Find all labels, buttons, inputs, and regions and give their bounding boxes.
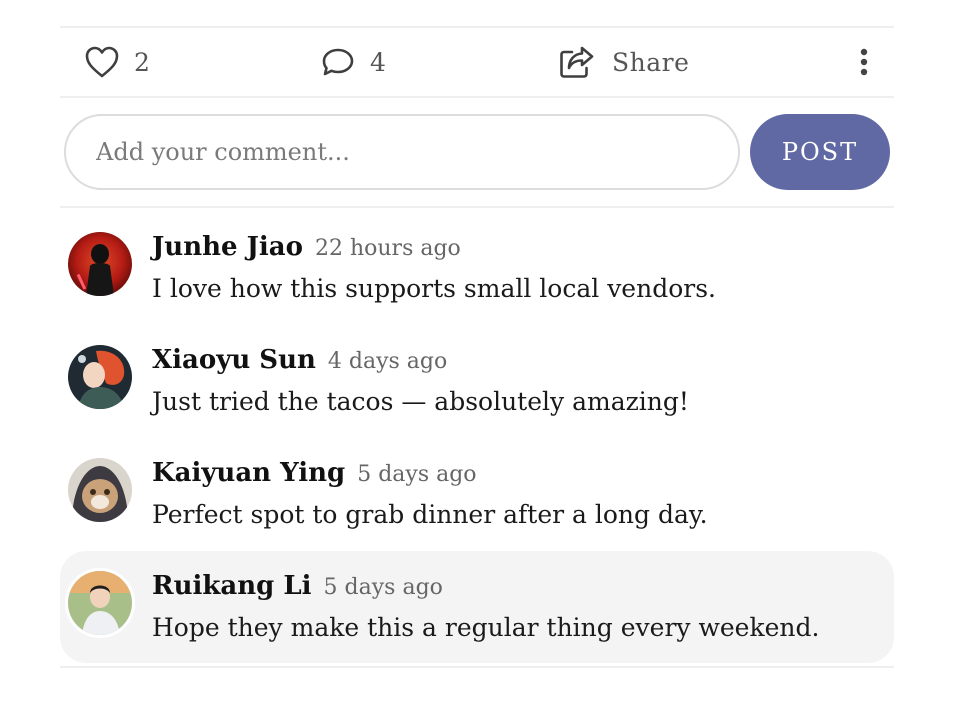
comment-input[interactable]: [64, 114, 740, 190]
comment-item-highlighted: Ruikang Li 5 days ago Hope they make thi…: [60, 551, 894, 663]
comment-time: 5 days ago: [357, 462, 477, 487]
comment-count-button[interactable]: 4: [320, 28, 386, 96]
speech-bubble-icon: [320, 46, 356, 78]
post-button[interactable]: POST: [750, 114, 890, 190]
comment-author[interactable]: Xiaoyu Sun: [152, 345, 316, 375]
comment-header: Kaiyuan Ying 5 days ago: [152, 458, 477, 488]
like-button[interactable]: 2: [84, 28, 150, 96]
action-bar: 2 4 Share: [60, 28, 894, 96]
more-options-button[interactable]: [854, 46, 874, 78]
avatar[interactable]: [65, 568, 135, 638]
avatar[interactable]: [68, 458, 132, 522]
comment-text: Hope they make this a regular thing ever…: [152, 613, 820, 642]
comment-author[interactable]: Ruikang Li: [152, 571, 312, 601]
divider-form: [60, 206, 894, 208]
comment-item: Xiaoyu Sun 4 days ago Just tried the tac…: [60, 325, 894, 437]
share-button[interactable]: Share: [558, 28, 689, 96]
comment-author[interactable]: Junhe Jiao: [152, 232, 303, 262]
avatar[interactable]: [68, 232, 132, 296]
comment-item: Kaiyuan Ying 5 days ago Perfect spot to …: [60, 438, 894, 550]
comment-author[interactable]: Kaiyuan Ying: [152, 458, 345, 488]
comment-form: POST: [64, 114, 892, 190]
post-footer: 2 4 Share Add your comment... POST Junhe…: [60, 0, 894, 718]
comment-header: Xiaoyu Sun 4 days ago: [152, 345, 447, 375]
like-count: 2: [134, 47, 151, 77]
heart-icon: [84, 45, 120, 79]
share-icon: [558, 44, 596, 80]
comment-count: 4: [370, 47, 387, 77]
comment-time: 22 hours ago: [314, 236, 461, 261]
comment-text: Perfect spot to grab dinner after a long…: [152, 500, 708, 529]
comment-time: 4 days ago: [327, 349, 448, 374]
comment-time: 5 days ago: [323, 575, 443, 600]
comment-item: Junhe Jiao 22 hours ago I love how this …: [60, 212, 894, 324]
comment-header: Ruikang Li 5 days ago: [152, 571, 443, 601]
comment-text: I love how this supports small local ven…: [152, 274, 716, 303]
more-vertical-icon: [860, 48, 868, 76]
comment-text: Just tried the tacos — absolutely amazin…: [152, 387, 689, 416]
divider-bottom: [60, 666, 894, 668]
avatar[interactable]: [68, 345, 132, 409]
comment-header: Junhe Jiao 22 hours ago: [152, 232, 461, 262]
divider-actions: [60, 96, 894, 98]
share-label: Share: [612, 47, 690, 77]
